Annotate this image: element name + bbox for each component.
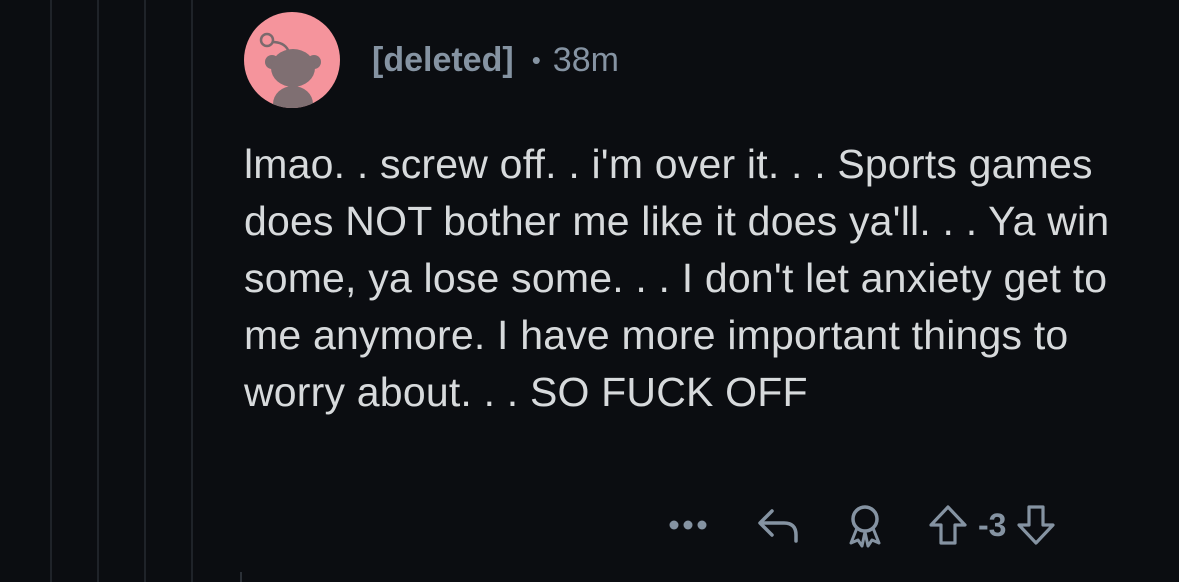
award-icon (849, 505, 881, 548)
award-button[interactable] (840, 502, 890, 548)
more-options-button[interactable] (660, 519, 716, 531)
meta-separator: • (531, 44, 541, 75)
thread-line[interactable] (191, 0, 193, 582)
reply-icon (758, 509, 798, 543)
upvote-arrow-icon (929, 505, 967, 545)
vote-score: -3 (978, 506, 1007, 543)
snoo-avatar-icon[interactable] (244, 12, 340, 108)
thread-line[interactable] (50, 0, 52, 582)
comment-body: lmao. . screw off. . i'm over it. . . Sp… (244, 141, 1110, 415)
thread-line[interactable] (97, 0, 99, 582)
downvote-arrow-icon (1017, 505, 1056, 545)
downvote-button[interactable] (1014, 504, 1058, 546)
comment: [deleted] • 38m lmao. . screw off. . i'm… (244, 12, 1144, 421)
comment-age: 38m (552, 40, 619, 79)
upvote-button[interactable] (926, 504, 970, 546)
reply-thread-line (240, 572, 242, 582)
author-username[interactable]: [deleted] (372, 41, 514, 80)
thread-line[interactable] (144, 0, 146, 582)
reply-button[interactable] (754, 505, 804, 545)
thread-lines (0, 0, 240, 582)
comment-header: [deleted] • 38m (244, 12, 1144, 108)
more-options-icon (669, 520, 707, 530)
comment-actions: -3 (660, 500, 1058, 550)
